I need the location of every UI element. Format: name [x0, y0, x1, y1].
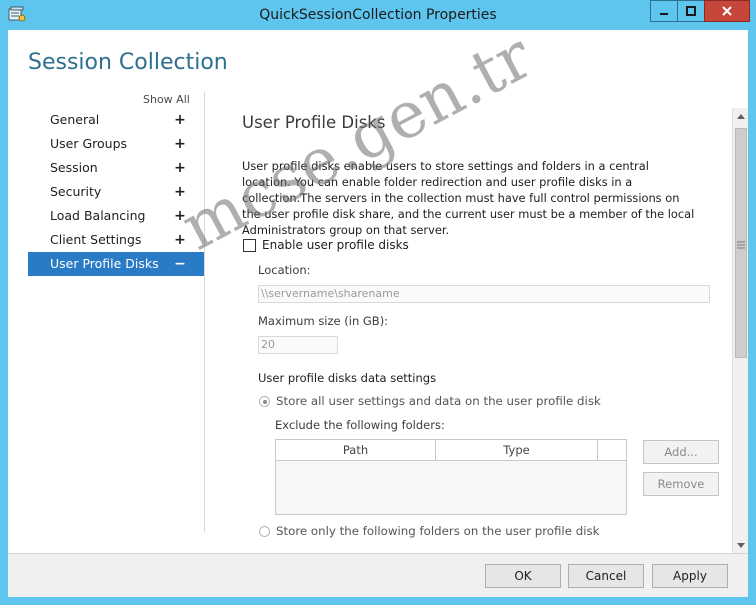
sidebar-item-label: Security — [50, 184, 102, 199]
grid-column-path[interactable]: Path — [276, 440, 436, 460]
location-input[interactable]: \\servername\sharename — [258, 285, 710, 303]
radio-store-all-button[interactable] — [259, 395, 270, 407]
page-title: Session Collection — [28, 50, 228, 75]
sidebar-item-label: Client Settings — [50, 232, 142, 247]
scroll-down-button[interactable] — [733, 538, 749, 554]
scroll-up-button[interactable] — [733, 108, 749, 124]
collapse-icon[interactable]: − — [174, 252, 186, 276]
excluded-folders-grid[interactable]: Path Type — [275, 439, 627, 515]
exclude-folders-label: Exclude the following folders: — [275, 418, 445, 432]
maximize-icon — [686, 6, 696, 16]
sidebar-item-client-settings[interactable]: Client Settings + — [28, 228, 204, 252]
expand-icon[interactable]: + — [174, 180, 186, 204]
enable-label: Enable user profile disks — [262, 238, 409, 252]
sidebar-item-label: User Profile Disks — [50, 256, 159, 271]
close-button[interactable] — [704, 0, 750, 22]
properties-window: QuickSessionCollection Properties Sessio… — [0, 0, 756, 605]
cancel-button[interactable]: Cancel — [568, 564, 644, 588]
expand-icon[interactable]: + — [174, 204, 186, 228]
window-title: QuickSessionCollection Properties — [259, 7, 497, 23]
expand-icon[interactable]: + — [174, 108, 186, 132]
grid-column-type[interactable]: Type — [436, 440, 598, 460]
ok-button[interactable]: OK — [485, 564, 561, 588]
scroll-thumb[interactable] — [735, 128, 747, 358]
sidebar-item-label: General — [50, 112, 100, 127]
sidebar-item-security[interactable]: Security + — [28, 180, 204, 204]
section-title: User Profile Disks — [242, 113, 386, 132]
maximize-button[interactable] — [677, 0, 705, 22]
max-size-label: Maximum size (in GB): — [258, 314, 389, 328]
dialog-footer: OK Cancel Apply — [8, 553, 748, 597]
expand-icon[interactable]: + — [174, 228, 186, 252]
close-icon — [722, 6, 732, 16]
add-folder-button[interactable]: Add... — [643, 440, 719, 464]
radio-store-only-button[interactable] — [259, 525, 270, 537]
sidebar-item-general[interactable]: General + — [28, 108, 204, 132]
grid-header: Path Type — [276, 440, 626, 461]
minimize-button[interactable] — [650, 0, 678, 22]
radio-store-only-label: Store only the following folders on the … — [276, 524, 600, 538]
enable-checkbox[interactable] — [243, 238, 256, 252]
max-size-input[interactable]: 20 — [258, 336, 338, 354]
grid-column-blank — [598, 440, 626, 460]
dialog-client-area: Session Collection Show All General + Us… — [8, 30, 748, 597]
sidebar-item-label: Load Balancing — [50, 208, 146, 223]
sidebar-item-session[interactable]: Session + — [28, 156, 204, 180]
expand-icon[interactable]: + — [174, 156, 186, 180]
content-pane: User Profile Disks User profile disks en… — [213, 108, 731, 554]
apply-button[interactable]: Apply — [652, 564, 728, 588]
remove-folder-button[interactable]: Remove — [643, 472, 719, 496]
show-all-link[interactable]: Show All — [143, 93, 190, 106]
chevron-down-icon — [737, 543, 745, 548]
vertical-scrollbar[interactable] — [732, 108, 748, 554]
enable-user-profile-disks[interactable]: Enable user profile disks — [243, 238, 409, 252]
expand-icon[interactable]: + — [174, 132, 186, 156]
section-description: User profile disks enable users to store… — [242, 159, 695, 237]
radio-store-all-label: Store all user settings and data on the … — [276, 394, 601, 408]
nav-divider — [204, 92, 205, 532]
chevron-up-icon — [737, 114, 745, 119]
sidebar-item-load-balancing[interactable]: Load Balancing + — [28, 204, 204, 228]
minimize-icon — [660, 13, 668, 15]
grip-icon — [737, 241, 745, 249]
data-settings-label: User profile disks data settings — [258, 371, 437, 385]
radio-store-only[interactable]: Store only the following folders on the … — [259, 524, 599, 538]
sidebar-item-label: User Groups — [50, 136, 128, 151]
sidebar-item-user-profile-disks[interactable]: User Profile Disks − — [28, 252, 204, 276]
sidebar-item-label: Session — [50, 160, 98, 175]
radio-store-all[interactable]: Store all user settings and data on the … — [259, 394, 601, 408]
sidebar-item-user-groups[interactable]: User Groups + — [28, 132, 204, 156]
title-bar[interactable]: QuickSessionCollection Properties — [0, 0, 756, 30]
location-label: Location: — [258, 263, 311, 277]
